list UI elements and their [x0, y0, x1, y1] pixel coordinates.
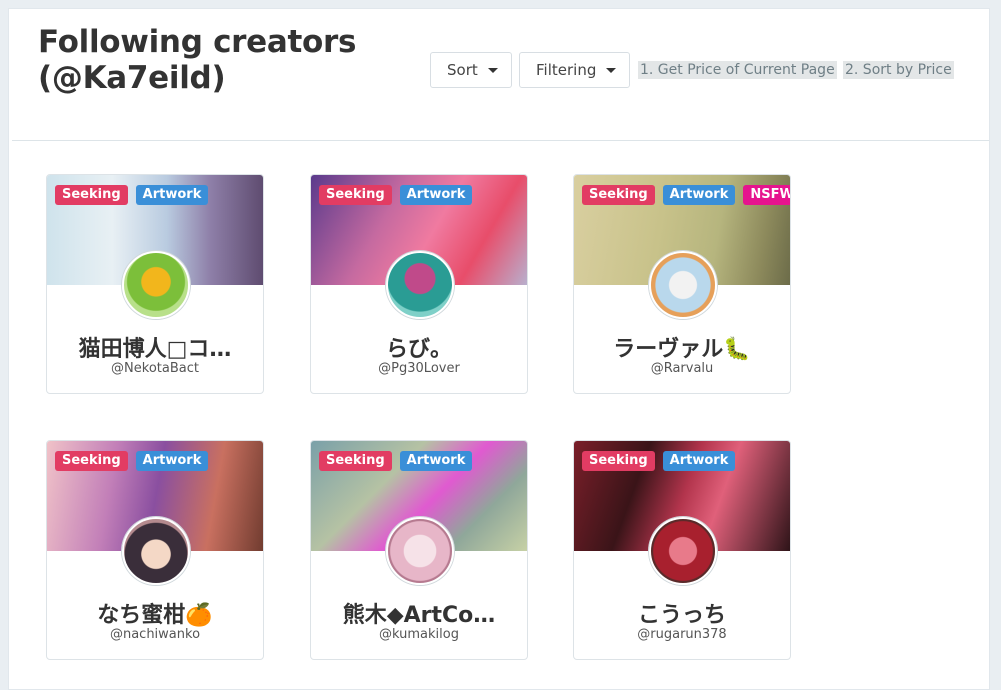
creator-handle: @Pg30Lover — [378, 361, 460, 376]
filter-button[interactable]: Filtering — [519, 52, 630, 88]
seeking-badge: Seeking — [55, 451, 128, 471]
creator-card[interactable]: Seeking Artwork 猫田博人□コ… @NekotaBact — [46, 174, 264, 394]
artwork-badge: Artwork — [662, 185, 736, 205]
avatar — [122, 517, 190, 585]
creator-name: ラーヴァル🐛 — [613, 337, 751, 362]
creator-name: 熊木◆ArtCo… — [342, 603, 496, 628]
avatar — [122, 251, 190, 319]
creator-name: 猫田博人□コ… — [78, 337, 232, 362]
sort-button[interactable]: Sort — [430, 52, 512, 88]
divider — [12, 140, 989, 141]
seeking-badge: Seeking — [582, 451, 655, 471]
artwork-badge: Artwork — [399, 185, 473, 205]
creator-handle: @nachiwanko — [109, 627, 201, 642]
creator-name: こうっち — [637, 603, 726, 628]
seeking-badge: Seeking — [582, 185, 655, 205]
creator-handle: @kumakilog — [379, 627, 459, 642]
creator-name: なち蜜柑🍊 — [97, 603, 213, 628]
get-price-link[interactable]: 1. Get Price of Current Page — [638, 61, 837, 79]
creator-handle: @rugarun378 — [637, 627, 727, 642]
seeking-badge: Seeking — [319, 185, 392, 205]
creator-card[interactable]: Seeking Artwork らび。 @Pg30Lover — [310, 174, 528, 394]
avatar — [386, 517, 454, 585]
artwork-badge: Artwork — [135, 451, 209, 471]
filter-label: Filtering — [536, 61, 597, 79]
avatar — [649, 251, 717, 319]
artwork-badge: Artwork — [399, 451, 473, 471]
creator-card[interactable]: Seeking Artwork こうっち @rugarun378 — [573, 440, 791, 660]
avatar — [386, 251, 454, 319]
caret-down-icon — [487, 67, 498, 73]
sort-by-price-link[interactable]: 2. Sort by Price — [843, 61, 954, 79]
creator-card[interactable]: Seeking Artwork NSFW ラーヴァル🐛 @Rarvalu — [573, 174, 791, 394]
seeking-badge: Seeking — [55, 185, 128, 205]
caret-down-icon — [606, 67, 617, 73]
sort-label: Sort — [447, 61, 478, 79]
avatar — [649, 517, 717, 585]
page-title: Following creators (@Ka7eild) — [38, 24, 357, 96]
creator-card[interactable]: Seeking Artwork なち蜜柑🍊 @nachiwanko — [46, 440, 264, 660]
seeking-badge: Seeking — [319, 451, 392, 471]
creator-handle: @NekotaBact — [111, 361, 199, 376]
nsfw-badge: NSFW — [743, 185, 790, 205]
artwork-badge: Artwork — [662, 451, 736, 471]
creator-card[interactable]: Seeking Artwork 熊木◆ArtCo… @kumakilog — [310, 440, 528, 660]
artwork-badge: Artwork — [135, 185, 209, 205]
creator-name: らび。 — [385, 337, 452, 362]
creator-handle: @Rarvalu — [650, 361, 714, 376]
